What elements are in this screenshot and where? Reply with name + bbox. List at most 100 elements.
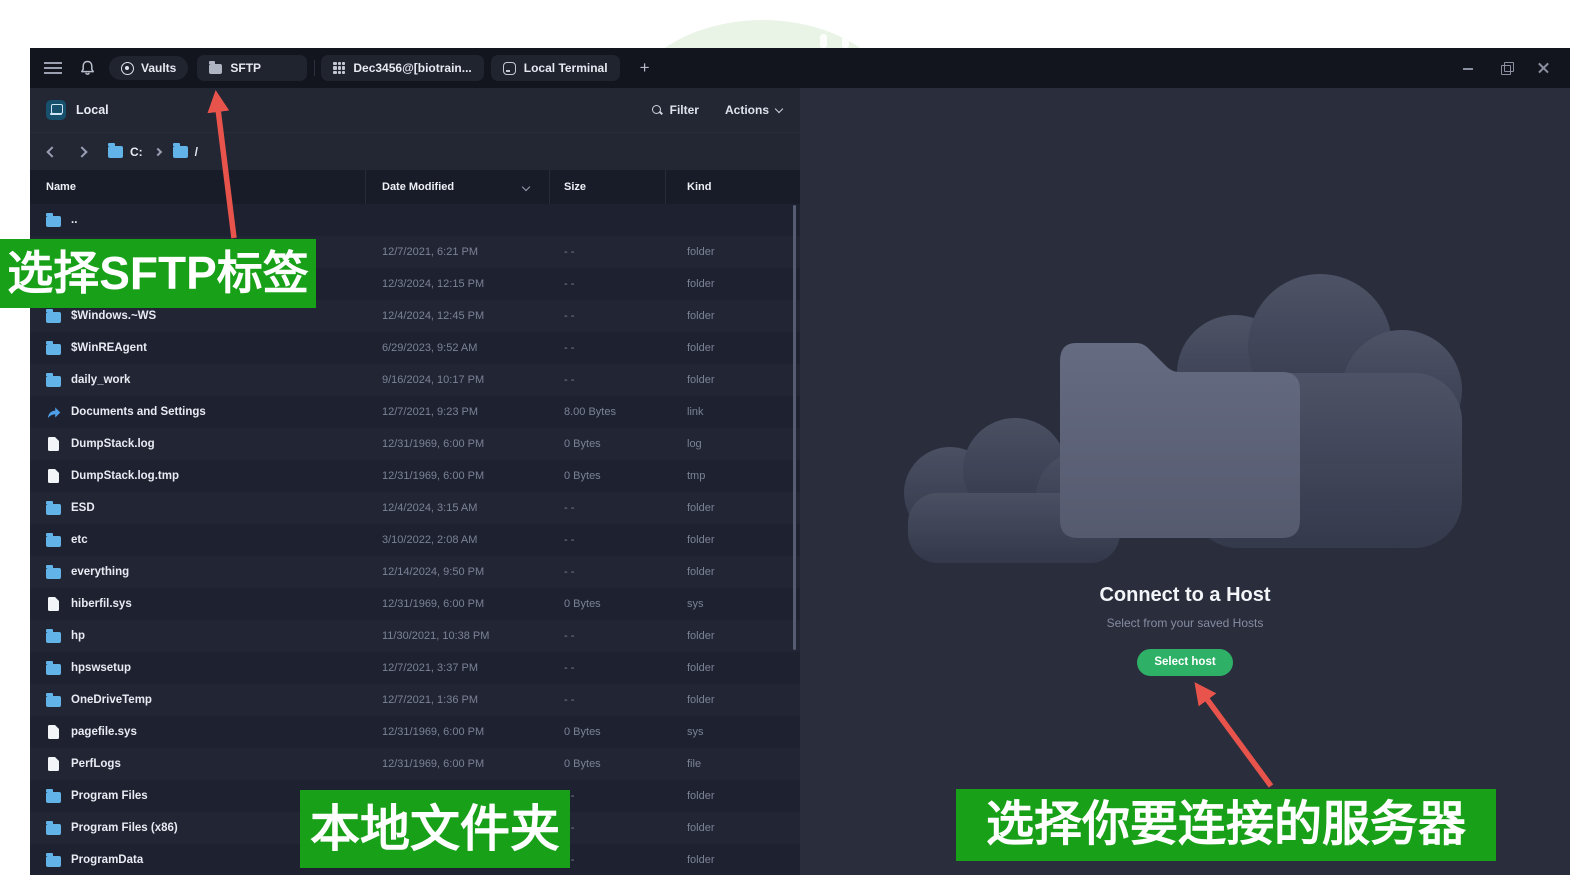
column-header-kind[interactable]: Kind [666, 170, 800, 204]
table-row[interactable]: DumpStack.log 12/31/1969, 6:00 PM 0 Byte… [30, 428, 800, 460]
column-header-label: Date Modified [382, 181, 455, 193]
file-name: OneDriveTemp [71, 694, 152, 706]
file-size: - - [564, 246, 575, 258]
file-type-icon [46, 853, 61, 868]
breadcrumb-drive[interactable]: C: [108, 142, 143, 159]
folder-icon [108, 142, 123, 158]
file-type-icon [46, 629, 61, 644]
file-date: 12/7/2021, 3:37 PM [382, 662, 479, 674]
select-host-button[interactable]: Select host [1137, 649, 1233, 676]
file-size: - - [564, 694, 575, 706]
tab-host-session[interactable]: Dec3456@[biotrain... [321, 55, 484, 81]
annotation-select-server: 选择你要连接的服务器 [956, 789, 1496, 861]
laptop-icon [46, 100, 66, 120]
file-name: hp [71, 630, 86, 642]
connect-host-subtitle: Select from your saved Hosts [1106, 616, 1264, 630]
table-row[interactable]: hiberfil.sys 12/31/1969, 6:00 PM 0 Bytes… [30, 588, 800, 620]
panel-title: Local [76, 103, 109, 117]
file-name: everything [71, 566, 130, 578]
file-type-icon [46, 501, 61, 516]
forward-icon[interactable] [76, 145, 88, 158]
maximize-icon[interactable] [1500, 62, 1514, 75]
file-name: Program Files (x86) [71, 822, 178, 834]
file-name: $Windows.~WS [71, 310, 157, 322]
breadcrumb: C: / [30, 132, 800, 170]
file-type-icon [46, 341, 61, 356]
file-kind: folder [687, 278, 715, 290]
column-header-date-modified[interactable]: Date Modified [366, 170, 550, 204]
column-header-name[interactable]: Name [30, 170, 366, 204]
file-kind: folder [687, 630, 715, 642]
file-size: - - [564, 566, 575, 578]
file-size: - - [564, 502, 575, 514]
file-date: 12/7/2021, 6:21 PM [382, 246, 479, 258]
file-date: 12/31/1969, 6:00 PM [382, 470, 485, 482]
file-size: - - [564, 662, 575, 674]
breadcrumb-root[interactable]: / [172, 142, 199, 159]
chevron-right-icon [153, 147, 162, 156]
file-date: 12/4/2024, 3:15 AM [382, 502, 478, 514]
tab-local-terminal[interactable]: Local Terminal [490, 55, 620, 81]
file-name: ESD [71, 502, 95, 514]
file-kind: file [687, 758, 702, 770]
table-row[interactable]: hpswsetup 12/7/2021, 3:37 PM - - folder [30, 652, 800, 684]
file-type-icon [46, 661, 61, 676]
table-row[interactable]: .. [30, 204, 800, 236]
chevron-down-icon [774, 104, 784, 113]
file-type-icon [46, 757, 61, 772]
tab-sftp[interactable]: SFTP [197, 55, 308, 81]
minimize-icon[interactable] [1462, 62, 1474, 74]
file-kind: tmp [687, 470, 706, 482]
file-date: 12/3/2024, 12:15 PM [382, 278, 485, 290]
table-row[interactable]: ESD 12/4/2024, 3:15 AM - - folder [30, 492, 800, 524]
table-row[interactable]: pagefile.sys 12/31/1969, 6:00 PM 0 Bytes… [30, 716, 800, 748]
table-row[interactable]: hp 11/30/2021, 10:38 PM - - folder [30, 620, 800, 652]
file-kind: link [687, 406, 704, 418]
table-row[interactable]: OneDriveTemp 12/7/2021, 1:36 PM - - fold… [30, 684, 800, 716]
table-row[interactable]: Documents and Settings 12/7/2021, 9:23 P… [30, 396, 800, 428]
close-icon[interactable] [1538, 62, 1550, 74]
file-kind: folder [687, 534, 715, 546]
file-type-icon [46, 213, 61, 228]
file-kind: sys [687, 598, 704, 610]
table-row[interactable]: $WinREAgent 6/29/2023, 9:52 AM - - folde… [30, 332, 800, 364]
table-row[interactable]: everything 12/14/2024, 9:50 PM - - folde… [30, 556, 800, 588]
file-kind: folder [687, 566, 715, 578]
file-kind: folder [687, 854, 715, 866]
actions-label: Actions [724, 103, 769, 117]
breadcrumb-root-label: / [194, 144, 199, 159]
file-kind: sys [687, 726, 704, 738]
sort-chevron-icon [521, 182, 531, 192]
file-type-icon [46, 405, 61, 420]
table-row[interactable]: DumpStack.log.tmp 12/31/1969, 6:00 PM 0 … [30, 460, 800, 492]
filter-label: Filter [669, 103, 699, 117]
column-header-size[interactable]: Size [550, 170, 666, 204]
file-name: DumpStack.log [71, 438, 155, 450]
filter-button[interactable]: Filter [651, 103, 699, 117]
new-tab-button[interactable]: + [640, 58, 650, 78]
table-row[interactable]: PerfLogs 12/31/1969, 6:00 PM 0 Bytes fil… [30, 748, 800, 780]
file-name: DumpStack.log.tmp [71, 470, 179, 482]
file-kind: log [687, 438, 702, 450]
file-name: Program Files [71, 790, 148, 802]
file-kind: folder [687, 342, 715, 354]
bell-icon[interactable] [80, 60, 95, 76]
back-icon[interactable] [46, 145, 58, 158]
table-row[interactable]: etc 3/10/2022, 2:08 AM - - folder [30, 524, 800, 556]
table-header: Name Date Modified Size Kind [30, 170, 800, 204]
file-size: 0 Bytes [564, 598, 601, 610]
table-row[interactable]: daily_work 9/16/2024, 10:17 PM - - folde… [30, 364, 800, 396]
file-date: 12/4/2024, 12:45 PM [382, 310, 485, 322]
blob-detail [820, 34, 827, 48]
menu-icon[interactable] [44, 62, 62, 74]
file-kind: folder [687, 822, 715, 834]
file-size: 8.00 Bytes [564, 406, 616, 418]
actions-button[interactable]: Actions [724, 103, 784, 117]
file-type-icon [46, 309, 61, 324]
file-kind: folder [687, 374, 715, 386]
scrollbar-thumb[interactable] [793, 205, 796, 650]
annotation-select-sftp-tab: 选择SFTP标签 [0, 239, 316, 308]
vaults-button[interactable]: Vaults [109, 56, 189, 80]
file-date: 12/31/1969, 6:00 PM [382, 726, 485, 738]
window-controls [1462, 62, 1570, 75]
